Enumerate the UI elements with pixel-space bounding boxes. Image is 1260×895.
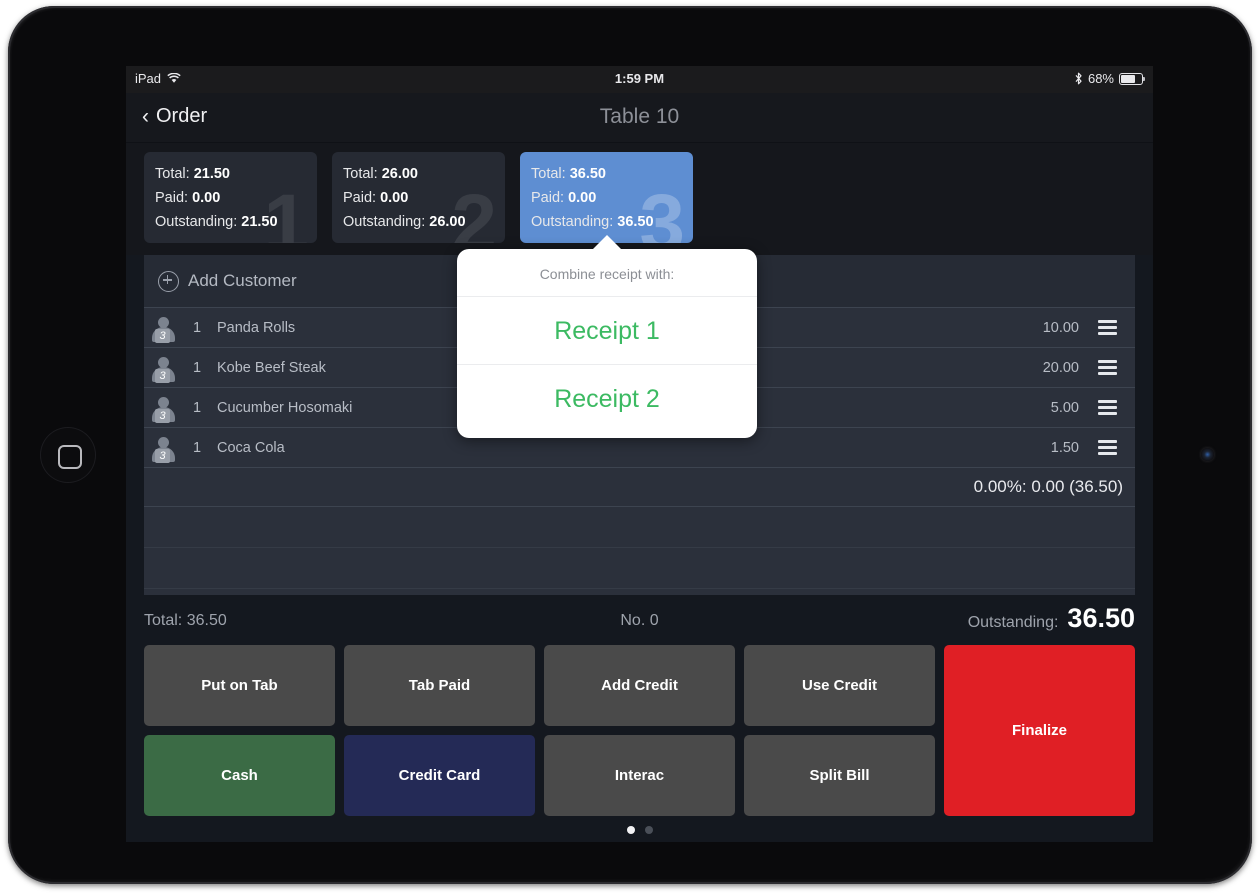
- add-credit-button[interactable]: Add Credit: [544, 645, 735, 726]
- receipt-outstanding-value: 21.50: [241, 214, 278, 230]
- receipt-paid-value: 0.00: [192, 190, 221, 206]
- status-bar: iPad 1:59 PM 68%: [126, 66, 1153, 93]
- hamburger-menu-icon[interactable]: [1079, 440, 1135, 455]
- receipt-card-3[interactable]: Total: 36.50 Paid: 0.00 Outstanding: 36.…: [520, 152, 693, 243]
- item-quantity: 1: [192, 399, 202, 416]
- item-quantity: 1: [192, 439, 202, 456]
- item-price: 5.00: [1050, 399, 1079, 416]
- receipt-paid-value: 0.00: [380, 190, 409, 206]
- summary-outstanding: Outstanding: 36.50: [968, 603, 1135, 634]
- ipad-device-frame: iPad 1:59 PM 68% ‹ Order Table 10 Total:…: [8, 6, 1252, 884]
- put-on-tab-button[interactable]: Put on Tab: [144, 645, 335, 726]
- receipt-card-1[interactable]: Total: 21.50 Paid: 0.00 Outstanding: 21.…: [144, 152, 317, 243]
- tab-paid-button[interactable]: Tab Paid: [344, 645, 535, 726]
- battery-icon: [1119, 72, 1145, 85]
- item-price: 20.00: [1042, 359, 1079, 376]
- add-customer-label: Add Customer: [188, 271, 297, 290]
- cash-button[interactable]: Cash: [144, 735, 335, 816]
- seat-avatar-icon: 3: [150, 314, 177, 343]
- receipt-card-2[interactable]: Total: 26.00 Paid: 0.00 Outstanding: 26.…: [332, 152, 505, 243]
- receipt-paid-value: 0.00: [568, 190, 597, 206]
- payment-button-grid: Put on Tab Tab Paid Add Credit Use Credi…: [144, 645, 1135, 816]
- receipt-total-label: Total:: [155, 166, 190, 182]
- receipt-total-value: 36.50: [569, 166, 606, 182]
- finalize-button[interactable]: Finalize: [944, 645, 1135, 816]
- empty-list-row: [144, 548, 1135, 589]
- hamburger-menu-icon[interactable]: [1079, 400, 1135, 415]
- item-name: Coca Cola: [217, 439, 285, 456]
- receipt-paid-line: Paid: 0.00: [155, 186, 317, 210]
- receipt-outstanding-label: Outstanding:: [343, 214, 426, 230]
- seat-number-badge: 3: [155, 368, 170, 383]
- receipt-total-label: Total:: [343, 166, 378, 182]
- popover-option-receipt-1[interactable]: Receipt 1: [457, 297, 757, 365]
- pagination-dot-2[interactable]: [644, 826, 653, 834]
- receipt-outstanding-line: Outstanding: 21.50: [155, 210, 317, 234]
- receipt-total-label: Total:: [531, 166, 566, 182]
- receipt-tabs: Total: 21.50 Paid: 0.00 Outstanding: 21.…: [126, 143, 1153, 255]
- empty-list-row: [144, 507, 1135, 548]
- seat-avatar-icon: 3: [150, 434, 177, 463]
- receipt-paid-label: Paid:: [343, 190, 377, 206]
- receipt-total-line: Total: 21.50: [155, 162, 317, 186]
- item-price: 10.00: [1042, 319, 1079, 336]
- interac-button[interactable]: Interac: [544, 735, 735, 816]
- seat-number-badge: 3: [155, 408, 170, 423]
- tax-summary-row: 0.00%: 0.00 (36.50): [144, 468, 1135, 507]
- status-bar-time: 1:59 PM: [614, 71, 665, 86]
- receipt-total-value: 26.00: [381, 166, 418, 182]
- hamburger-menu-icon[interactable]: [1079, 360, 1135, 375]
- bluetooth-icon: [1075, 72, 1082, 85]
- seat-avatar-icon: 3: [150, 394, 177, 423]
- receipt-outstanding-line: Outstanding: 36.50: [531, 210, 693, 234]
- home-button[interactable]: [40, 427, 96, 483]
- use-credit-button[interactable]: Use Credit: [744, 645, 935, 726]
- item-quantity: 1: [192, 359, 202, 376]
- popover-title: Combine receipt with:: [457, 249, 757, 297]
- item-price: 1.50: [1050, 439, 1079, 456]
- plus-circle-icon: [158, 270, 179, 292]
- pagination-dot-1[interactable]: [626, 826, 635, 834]
- receipt-outstanding-value: 26.00: [429, 214, 466, 230]
- receipt-total-line: Total: 36.50: [531, 162, 693, 186]
- receipt-outstanding-value: 36.50: [617, 214, 654, 230]
- receipt-paid-line: Paid: 0.00: [531, 186, 693, 210]
- receipt-outstanding-label: Outstanding:: [155, 214, 238, 230]
- payment-panel: Total: 36.50 No. 0 Outstanding: 36.50 Pu…: [126, 595, 1153, 834]
- receipt-outstanding-line: Outstanding: 26.00: [343, 210, 505, 234]
- popover-arrow: [592, 235, 622, 250]
- summary-outstanding-label: Outstanding:: [967, 614, 1059, 631]
- receipt-paid-line: Paid: 0.00: [343, 186, 505, 210]
- combine-receipt-popover: Combine receipt with: Receipt 1 Receipt …: [457, 235, 757, 438]
- receipt-paid-label: Paid:: [531, 190, 565, 206]
- receipt-total-line: Total: 26.00: [343, 162, 505, 186]
- receipt-outstanding-label: Outstanding:: [531, 214, 614, 230]
- battery-percent-label: 68%: [1087, 71, 1114, 86]
- front-camera: [1201, 448, 1214, 461]
- order-summary-bar: Total: 36.50 No. 0 Outstanding: 36.50: [144, 599, 1135, 645]
- home-button-square-icon: [58, 445, 82, 469]
- seat-number-badge: 3: [155, 448, 170, 463]
- receipt-paid-label: Paid:: [155, 190, 189, 206]
- hamburger-menu-icon[interactable]: [1079, 320, 1135, 335]
- status-bar-right: 68%: [1074, 71, 1145, 86]
- summary-outstanding-value: 36.50: [1067, 603, 1135, 633]
- credit-card-button[interactable]: Credit Card: [344, 735, 535, 816]
- navigation-bar: ‹ Order Table 10: [126, 93, 1153, 143]
- page-title: Table 10: [599, 105, 680, 128]
- receipt-total-value: 21.50: [193, 166, 230, 182]
- popover-option-receipt-2[interactable]: Receipt 2: [457, 365, 757, 432]
- pagination-dots[interactable]: [126, 816, 1153, 834]
- split-bill-button[interactable]: Split Bill: [744, 735, 935, 816]
- app-screen: iPad 1:59 PM 68% ‹ Order Table 10 Total:…: [126, 66, 1153, 842]
- seat-avatar-icon: 3: [150, 354, 177, 383]
- item-quantity: 1: [192, 319, 202, 336]
- seat-number-badge: 3: [155, 328, 170, 343]
